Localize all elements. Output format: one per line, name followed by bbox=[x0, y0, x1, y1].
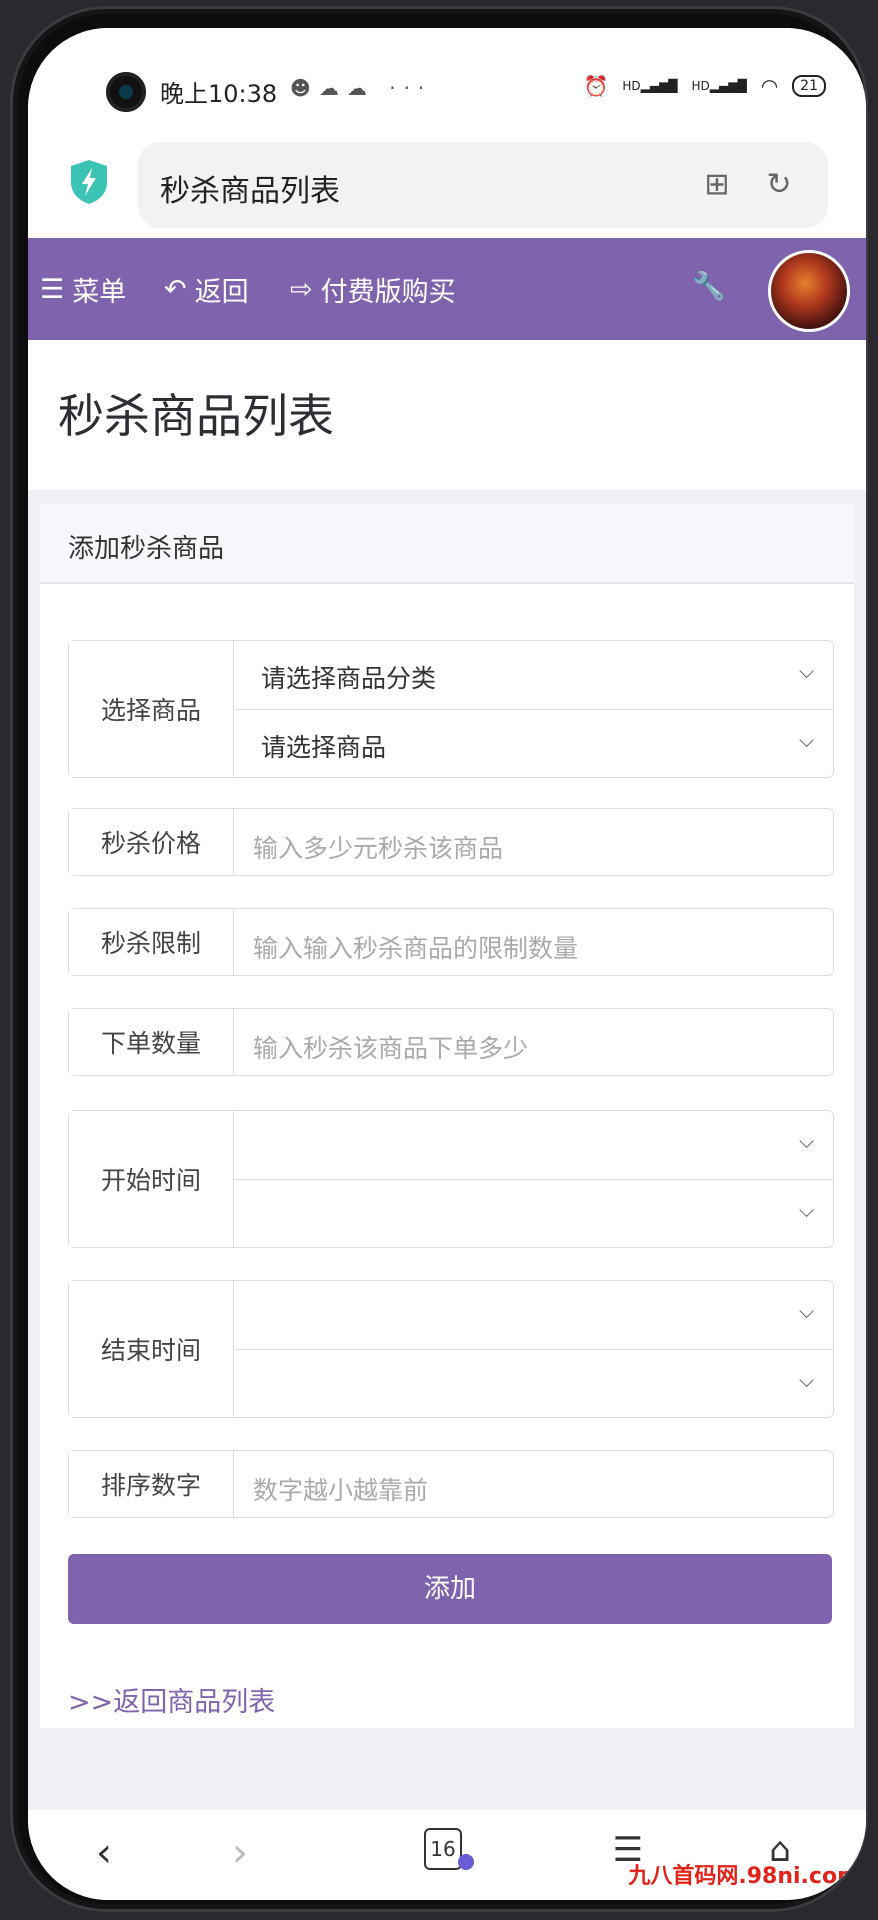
start-clock-select[interactable]: ⌵ bbox=[235, 1179, 833, 1248]
limit-input[interactable]: 输入输入秒杀商品的限制数量 bbox=[235, 909, 833, 975]
chevron-down-icon: ⌵ bbox=[799, 1198, 815, 1222]
menu-label: 菜单 bbox=[72, 277, 127, 308]
price-placeholder: 输入多少元秒杀该商品 bbox=[253, 834, 504, 863]
notification-icons: ☻☁☁ ··· bbox=[290, 76, 432, 100]
page-title: 秒杀商品列表 bbox=[58, 389, 334, 443]
more-notifications: ··· bbox=[389, 76, 433, 100]
sort-label: 排序数字 bbox=[69, 1451, 234, 1517]
address-bar-title: 秒杀商品列表 bbox=[160, 174, 340, 209]
wrench-icon[interactable]: 🔧 bbox=[692, 270, 726, 302]
end-time-group: 结束时间 ⌵ ⌵ bbox=[68, 1280, 834, 1418]
status-bar: 晚上10:38 ☻☁☁ ··· ⏰ HD▂▄▆█ HD▂▄▆█ ◠ 21 bbox=[28, 28, 866, 128]
end-date-select[interactable]: ⌵ bbox=[235, 1281, 833, 1349]
sign-out-icon: ⇨ bbox=[290, 274, 313, 305]
product-select-value: 请选择商品 bbox=[261, 733, 387, 762]
tab-count-button[interactable]: 16 bbox=[424, 1828, 462, 1870]
wifi-icon: ◠ bbox=[760, 74, 779, 98]
front-camera bbox=[106, 72, 146, 112]
browser-bottom-bar: ‹ › 16 ☰ ⌂ 九八首码网.98ni.com bbox=[28, 1810, 866, 1900]
signal-icon: HD▂▄▆█ bbox=[622, 79, 678, 93]
price-label: 秒杀价格 bbox=[69, 809, 234, 875]
app-notification-icon: ☻ bbox=[290, 76, 319, 100]
sort-group: 排序数字 数字越小越靠前 bbox=[68, 1450, 834, 1518]
status-right: ⏰ HD▂▄▆█ HD▂▄▆█ ◠ 21 bbox=[583, 74, 826, 98]
order-qty-label: 下单数量 bbox=[69, 1009, 234, 1075]
screen: 晚上10:38 ☻☁☁ ··· ⏰ HD▂▄▆█ HD▂▄▆█ ◠ 21 秒杀商… bbox=[28, 28, 866, 1900]
back-button[interactable]: ↶ 返回 bbox=[164, 270, 249, 309]
start-date-select[interactable]: ⌵ bbox=[235, 1111, 833, 1179]
category-select-value: 请选择商品分类 bbox=[261, 664, 437, 693]
chevron-down-icon: ⌵ bbox=[799, 1368, 815, 1392]
watermark: 九八首码网.98ni.com bbox=[628, 1864, 860, 1889]
address-bar[interactable]: 秒杀商品列表 ⊞ ↻ bbox=[138, 142, 828, 228]
phone-frame: 晚上10:38 ☻☁☁ ··· ⏰ HD▂▄▆█ HD▂▄▆█ ◠ 21 秒杀商… bbox=[10, 6, 868, 1912]
battery-indicator: 21 bbox=[792, 75, 826, 97]
chevron-down-icon: ⌵ bbox=[799, 1129, 815, 1153]
card-header: 添加秒杀商品 bbox=[40, 504, 854, 584]
browser-bar: 秒杀商品列表 ⊞ ↻ bbox=[28, 128, 866, 238]
limit-group: 秒杀限制 输入输入秒杀商品的限制数量 bbox=[68, 908, 834, 976]
page-header: 秒杀商品列表 bbox=[28, 340, 866, 490]
cloud-icon: ☁ bbox=[346, 76, 375, 100]
site-navbar: ☰ 菜单 ↶ 返回 ⇨ 付费版购买 🔧 bbox=[28, 238, 866, 340]
chevron-down-icon: ⌵ bbox=[799, 1299, 815, 1323]
sort-placeholder: 数字越小越靠前 bbox=[253, 1476, 429, 1505]
hamburger-icon: ☰ bbox=[40, 274, 65, 305]
end-clock-select[interactable]: ⌵ bbox=[235, 1349, 833, 1418]
chevron-down-icon: ⌵ bbox=[799, 728, 815, 752]
menu-button[interactable]: ☰ 菜单 bbox=[40, 270, 126, 309]
reply-arrow-icon: ↶ bbox=[164, 274, 187, 305]
sort-input[interactable]: 数字越小越靠前 bbox=[235, 1451, 833, 1517]
bookmark-add-icon[interactable]: ⊞ bbox=[698, 166, 736, 204]
back-label: 返回 bbox=[194, 277, 249, 308]
add-button[interactable]: 添加 bbox=[68, 1554, 832, 1624]
ghost-icon bbox=[458, 1854, 474, 1870]
signal-icon: HD▂▄▆█ bbox=[691, 79, 747, 93]
category-select[interactable]: 请选择商品分类 ⌵ bbox=[235, 641, 833, 709]
end-time-label: 结束时间 bbox=[69, 1281, 234, 1417]
order-qty-group: 下单数量 输入秒杀该商品下单多少 bbox=[68, 1008, 834, 1076]
shield-icon[interactable] bbox=[68, 158, 110, 206]
buy-button[interactable]: ⇨ 付费版购买 bbox=[290, 270, 456, 309]
start-time-group: 开始时间 ⌵ ⌵ bbox=[68, 1110, 834, 1248]
order-qty-input[interactable]: 输入秒杀该商品下单多少 bbox=[235, 1009, 833, 1075]
chevron-down-icon: ⌵ bbox=[799, 659, 815, 683]
alarm-icon: ⏰ bbox=[583, 74, 609, 98]
card-title: 添加秒杀商品 bbox=[68, 534, 225, 564]
status-clock: 晚上10:38 bbox=[160, 80, 278, 108]
add-seckill-card: 添加秒杀商品 选择商品 请选择商品分类 ⌵ 请选择商品 ⌵ 秒杀价格 输入多少元… bbox=[40, 504, 854, 1728]
price-input[interactable]: 输入多少元秒杀该商品 bbox=[235, 809, 833, 875]
back-arrow-icon[interactable]: ‹ bbox=[74, 1830, 134, 1876]
limit-label: 秒杀限制 bbox=[69, 909, 234, 975]
order-qty-placeholder: 输入秒杀该商品下单多少 bbox=[253, 1034, 529, 1063]
start-time-label: 开始时间 bbox=[69, 1111, 234, 1247]
back-to-list-link[interactable]: >>返回商品列表 bbox=[68, 1680, 275, 1719]
product-select-group: 选择商品 请选择商品分类 ⌵ 请选择商品 ⌵ bbox=[68, 640, 834, 778]
limit-placeholder: 输入输入秒杀商品的限制数量 bbox=[253, 934, 579, 963]
cloud-icon: ☁ bbox=[318, 76, 347, 100]
product-select[interactable]: 请选择商品 ⌵ bbox=[235, 709, 833, 778]
buy-label: 付费版购买 bbox=[320, 277, 456, 308]
forward-arrow-icon[interactable]: › bbox=[210, 1830, 270, 1876]
product-label: 选择商品 bbox=[69, 641, 234, 777]
price-group: 秒杀价格 输入多少元秒杀该商品 bbox=[68, 808, 834, 876]
avatar[interactable] bbox=[768, 250, 850, 332]
refresh-icon[interactable]: ↻ bbox=[760, 166, 798, 204]
